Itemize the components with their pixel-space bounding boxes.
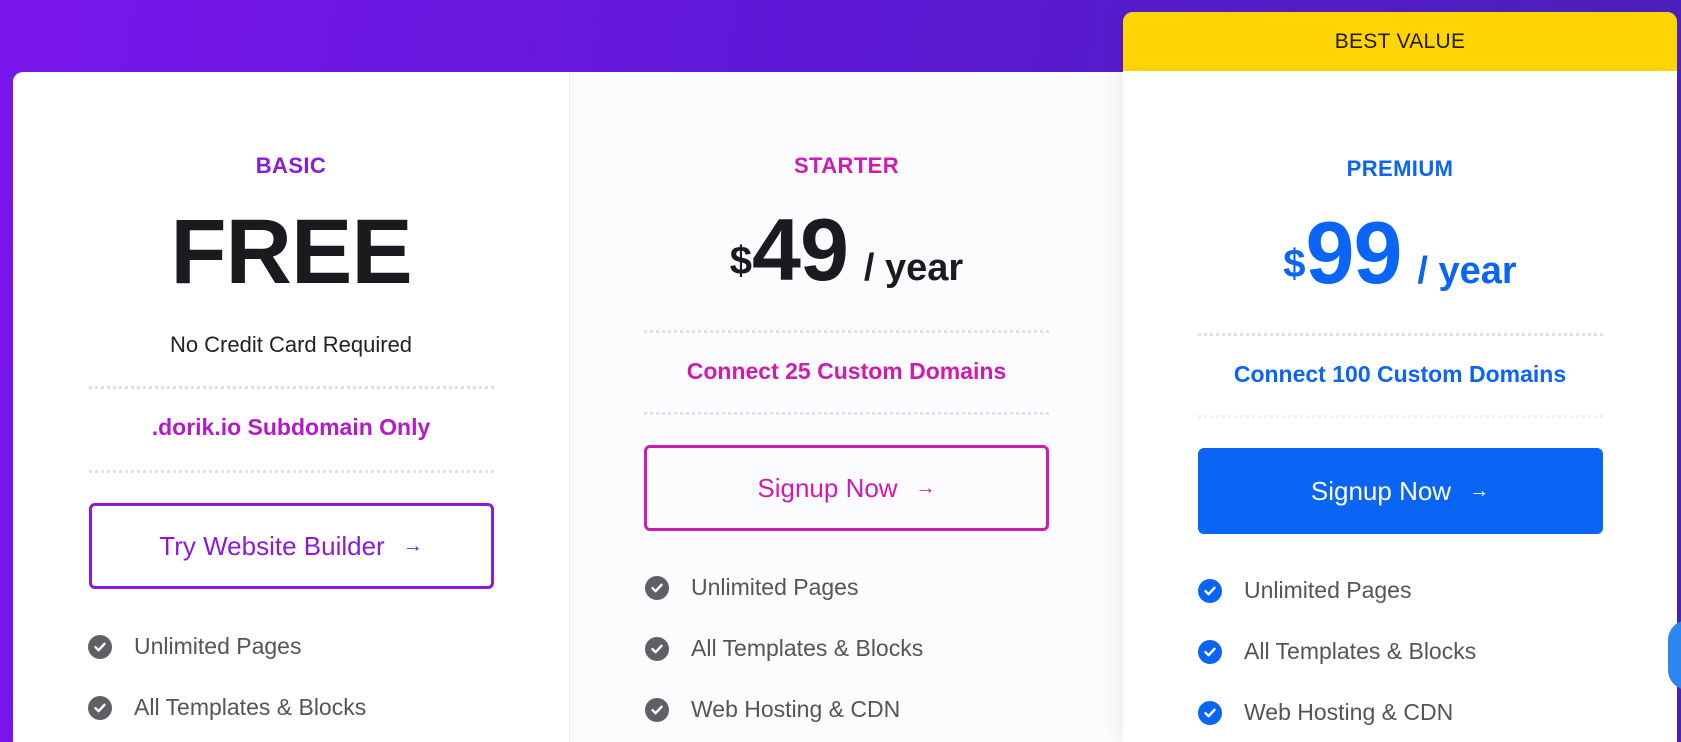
feature-item: Web Hosting & CDN — [645, 679, 1123, 740]
button-label: Signup Now — [757, 472, 898, 503]
feature-list: Unlimited Pages All Templates & Blocks W… — [1198, 560, 1677, 742]
plan-price: $49/ year — [570, 206, 1123, 294]
feature-list: Unlimited Pages All Templates & Blocks W… — [645, 557, 1123, 740]
plan-domains: .dorik.io Subdomain Only — [151, 414, 431, 440]
check-circle-icon — [1198, 700, 1222, 725]
feature-list: Unlimited Pages All Templates & Blocks — [88, 616, 569, 738]
check-circle-icon — [645, 575, 669, 600]
feature-label: Unlimited Pages — [134, 633, 302, 659]
plan-card-starter: STARTER $49/ year Connect 25 Custom Doma… — [569, 72, 1123, 742]
feature-item: All Templates & Blocks — [645, 618, 1123, 679]
plan-card-premium: BEST VALUE PREMIUM $99/ year Connect 100… — [1123, 12, 1677, 742]
plan-domains: Connect 25 Custom Domains — [686, 358, 1007, 384]
plan-price: $99/ year — [1123, 209, 1677, 297]
check-circle-icon — [1198, 639, 1222, 664]
feature-label: All Templates & Blocks — [1244, 638, 1477, 664]
feature-label: All Templates & Blocks — [134, 694, 367, 720]
feature-item: All Templates & Blocks — [88, 677, 569, 738]
plan-domains: Connect 100 Custom Domains — [1233, 361, 1567, 387]
plan-card-basic: BASIC FREE No Credit Card Required .dori… — [13, 72, 569, 742]
check-circle-icon — [88, 634, 112, 659]
feature-label: All Templates & Blocks — [691, 635, 924, 661]
check-circle-icon — [88, 695, 112, 720]
plan-name: PREMIUM — [1346, 156, 1454, 181]
feature-item: Unlimited Pages — [1198, 560, 1677, 621]
arrow-right-icon: → — [915, 476, 936, 499]
check-circle-icon — [645, 697, 669, 722]
try-website-builder-button[interactable]: Try Website Builder → — [88, 503, 494, 589]
feature-item: Web Hosting & CDN — [1198, 682, 1677, 742]
chat-widget-button[interactable] — [1668, 620, 1681, 690]
signup-now-button[interactable]: Signup Now → — [644, 445, 1049, 531]
feature-item: Unlimited Pages — [88, 616, 569, 677]
button-label: Signup Now — [1310, 475, 1452, 506]
plan-price: FREE — [170, 201, 412, 303]
feature-item: Unlimited Pages — [645, 557, 1123, 618]
best-value-ribbon: BEST VALUE — [1123, 12, 1677, 71]
button-label: Try Website Builder — [159, 530, 385, 561]
price-period: / year — [1417, 250, 1517, 292]
signup-now-button[interactable]: Signup Now → — [1197, 448, 1603, 534]
arrow-right-icon: → — [1469, 479, 1490, 502]
plan-name: BASIC — [255, 153, 327, 178]
price-period: / year — [863, 247, 964, 289]
check-circle-icon — [1198, 578, 1222, 603]
price-amount: 99 — [1305, 203, 1403, 302]
price-currency: $ — [1283, 242, 1306, 286]
feature-label: Unlimited Pages — [691, 574, 859, 600]
price-currency: $ — [729, 239, 753, 283]
feature-label: Web Hosting & CDN — [1244, 699, 1454, 725]
feature-label: Web Hosting & CDN — [691, 696, 901, 722]
price-amount: 49 — [752, 200, 849, 299]
arrow-right-icon: → — [402, 534, 423, 557]
feature-label: Unlimited Pages — [1244, 577, 1412, 603]
plan-note: No Credit Card Required — [169, 332, 413, 357]
feature-item: All Templates & Blocks — [1198, 621, 1677, 682]
plan-name: STARTER — [793, 153, 900, 178]
check-circle-icon — [645, 636, 669, 661]
